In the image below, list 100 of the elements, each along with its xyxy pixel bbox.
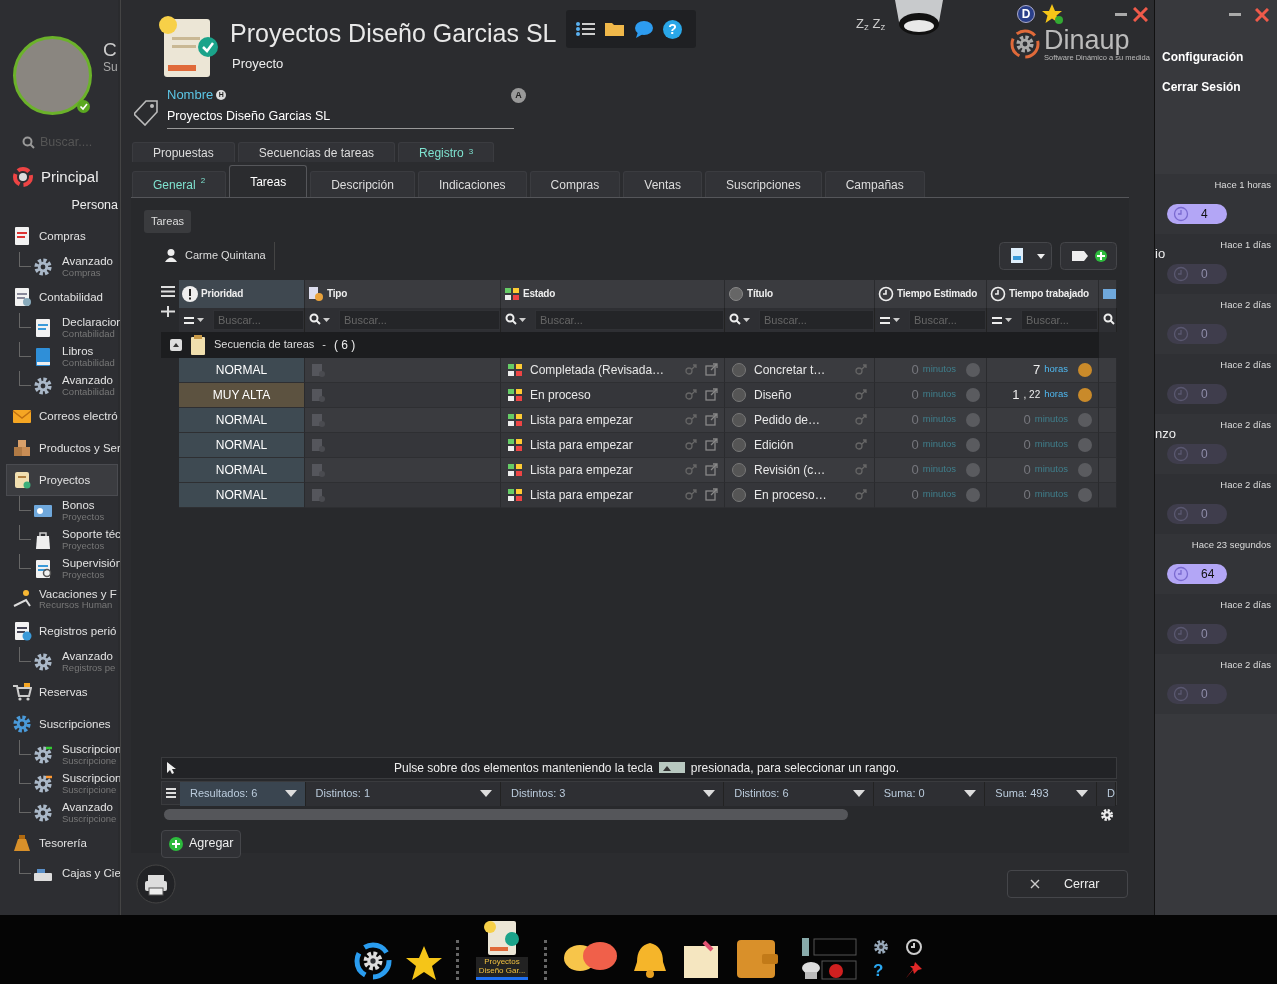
help-button[interactable]: ?	[873, 961, 889, 979]
history-icon[interactable]	[905, 938, 923, 956]
activity-entry[interactable]: Hace 23 segundos 64	[1155, 534, 1277, 594]
tag-add-button[interactable]	[1060, 241, 1117, 270]
summary-dropdown[interactable]: Resultados: 6	[180, 781, 306, 806]
tab[interactable]: Secuencias de tareas	[237, 142, 396, 162]
pin-icon[interactable]	[905, 961, 923, 979]
tab[interactable]: Suscripciones	[705, 171, 822, 197]
menu-link[interactable]: Configuración	[1162, 48, 1244, 78]
summary-dropdown[interactable]: Suma: 493	[985, 781, 1097, 806]
filter-field[interactable]: Buscar...	[759, 309, 874, 330]
tab[interactable]: Propuestas	[132, 142, 235, 162]
menu-link[interactable]: Cerrar Sesión	[1162, 78, 1241, 108]
sidebar-item[interactable]: Reservas	[0, 676, 118, 709]
external-link-icon[interactable]	[705, 488, 718, 501]
tab[interactable]: Registro 3	[398, 142, 495, 162]
sidebar-subitem[interactable]: Avanzado Registros pe	[0, 647, 118, 677]
taskbar-label[interactable]: Proyectos Diseño Gar...	[476, 957, 528, 980]
sidebar-subitem[interactable]: Avanzado Contabilidad	[0, 371, 118, 401]
summary-dropdown[interactable]: D	[1097, 781, 1116, 806]
tab[interactable]: Descripción	[310, 171, 415, 197]
external-link-icon[interactable]	[705, 363, 718, 376]
document-check-icon[interactable]	[482, 919, 522, 958]
sidebar-subitem[interactable]: Avanzado Compras	[0, 252, 118, 282]
activity-entry[interactable]: Hace 2 días 0	[1155, 354, 1277, 414]
sidebar-subitem[interactable]: Soporte téc Proyectos	[0, 525, 118, 555]
sidebar-subitem[interactable]: Avanzado Suscripcione	[0, 798, 118, 828]
split-icon[interactable]	[161, 305, 175, 317]
add-button[interactable]: Agregar	[161, 829, 242, 858]
activity-entry[interactable]: Hace 2 días 0	[1155, 294, 1277, 354]
name-field[interactable]: Proyectos Diseño Garcias SL	[167, 104, 514, 130]
sidebar-subitem[interactable]: Suscripcion Suscripcione	[0, 769, 118, 799]
filter-field[interactable]: Buscar...	[339, 309, 500, 330]
sidebar-subitem[interactable]: Suscripcion Suscripcione	[0, 740, 118, 770]
tab[interactable]: General 2	[132, 171, 227, 197]
sidebar-subitem[interactable]: Bonos Proyectos	[0, 496, 118, 526]
wallet-icon[interactable]	[736, 938, 778, 980]
external-link-icon[interactable]	[705, 413, 718, 426]
list-icon[interactable]	[576, 21, 595, 37]
filter-field[interactable]: Buscar...	[213, 309, 304, 330]
star-icon[interactable]	[406, 946, 442, 980]
search-filter-icon[interactable]	[729, 313, 751, 326]
tab[interactable]: Campañas	[824, 171, 925, 197]
column-header[interactable]: Prioridad	[201, 286, 244, 301]
activity-entry[interactable]: Hace 2 días 0	[1155, 654, 1277, 714]
column-header[interactable]: Tipo	[327, 286, 348, 301]
activity-entry[interactable]: Hace 2 días 0	[1155, 594, 1277, 654]
export-dropdown-button[interactable]	[999, 241, 1052, 270]
filter-field[interactable]: Buscar...	[535, 309, 724, 330]
column-header[interactable]: Estado	[523, 286, 556, 301]
search-filter-icon[interactable]	[309, 313, 331, 326]
sidebar-item[interactable]: Compras	[0, 220, 118, 253]
column-header[interactable]: Título	[747, 286, 773, 301]
sidebar-subitem[interactable]: Declaracion Contabilidad	[0, 313, 118, 343]
sidebar-item[interactable]: Proyectos	[6, 464, 118, 497]
scrollbar[interactable]	[164, 809, 848, 820]
settings-ring-icon[interactable]	[354, 942, 392, 980]
summary-dropdown[interactable]: Suma: 0	[873, 781, 986, 806]
collapse-button[interactable]	[170, 338, 182, 351]
sidebar-subitem[interactable]: Cajas y Cie	[0, 859, 118, 889]
summary-dropdown[interactable]: Distintos: 3	[500, 781, 725, 806]
sidebar-subitem[interactable]: Libros Contabilidad	[0, 342, 118, 372]
star-icon[interactable]	[1041, 4, 1063, 24]
external-link-icon[interactable]	[705, 463, 718, 476]
subtab[interactable]: Tareas	[144, 210, 192, 233]
sidebar-item[interactable]: Productos y Ser	[0, 432, 118, 465]
close-icon[interactable]	[1255, 8, 1269, 22]
tab[interactable]: Tareas	[229, 165, 308, 197]
filter-field[interactable]: Buscar...	[1021, 309, 1098, 330]
sidebar-item[interactable]: Correos electró	[0, 400, 118, 433]
home-link[interactable]: Principal	[41, 165, 99, 189]
sidebar-item[interactable]: Suscripciones	[0, 708, 118, 741]
tab[interactable]: Indicaciones	[417, 171, 527, 197]
chat-bubble-icon[interactable]	[634, 20, 653, 38]
server-graph-icon[interactable]	[802, 938, 857, 956]
activity-entry[interactable]: Hace 1 horas 4	[1155, 174, 1277, 234]
colorful-ring-icon[interactable]	[12, 166, 34, 188]
activity-entry[interactable]: Hace 2 días 0	[1155, 474, 1277, 534]
sidebar-item[interactable]: Tesorería	[0, 827, 118, 860]
sidebar-item[interactable]: Contabilidad	[0, 281, 118, 314]
user-badge[interactable]: D	[1017, 5, 1035, 23]
folder-icon[interactable]	[605, 21, 624, 37]
activity-entry[interactable]: nzo Hace 2 días 0	[1155, 414, 1277, 474]
menu-icon[interactable]	[161, 285, 175, 297]
user-filter[interactable]: Carme Quintana	[161, 241, 275, 270]
sidebar-subitem[interactable]: Supervisión Proyectos	[0, 554, 118, 584]
activity-entry[interactable]: io Hace 1 días 0	[1155, 234, 1277, 294]
tab[interactable]: Compras	[529, 171, 621, 197]
sidebar-item[interactable]: Vacaciones y F Recursos Human	[0, 583, 118, 616]
external-link-icon[interactable]	[705, 438, 718, 451]
bell-icon[interactable]	[632, 940, 668, 980]
close-button[interactable]: Cerrar	[1007, 870, 1128, 898]
tab[interactable]: Ventas	[623, 171, 702, 197]
print-button[interactable]	[136, 864, 176, 904]
search-filter-icon[interactable]	[505, 313, 527, 326]
summary-dropdown[interactable]: Distintos: 6	[724, 781, 874, 806]
filter-field[interactable]: Buscar...	[909, 309, 986, 330]
summary-dropdown[interactable]: Distintos: 1	[305, 781, 501, 806]
external-link-icon[interactable]	[705, 388, 718, 401]
sidebar-item[interactable]: Registros perió	[0, 615, 118, 648]
